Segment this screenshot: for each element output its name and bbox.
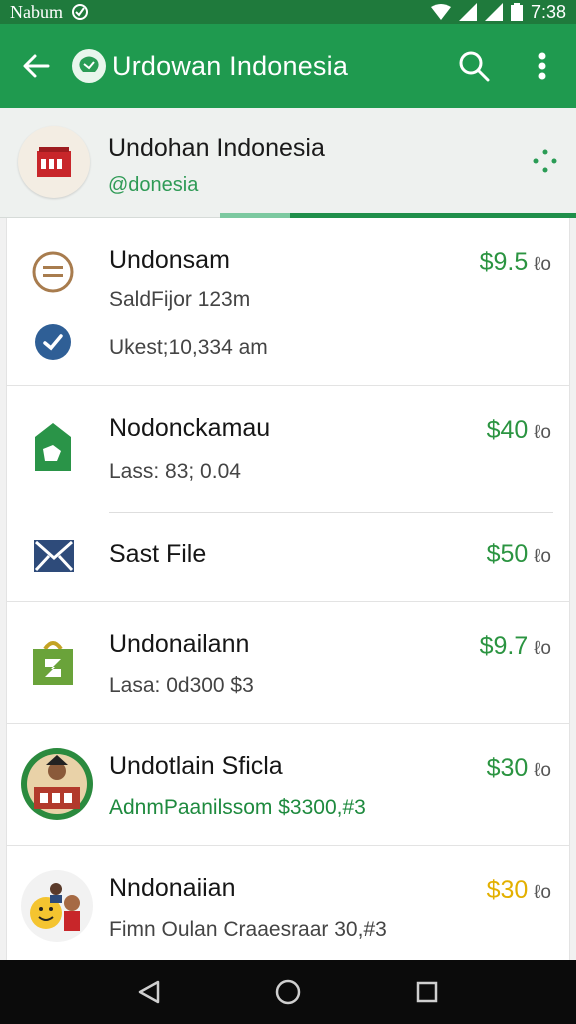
carrier-label: Nabum — [10, 1, 63, 22]
price-value: $9.5 — [479, 248, 529, 276]
price-unit: ℓo — [534, 422, 551, 443]
building-icon — [37, 147, 71, 177]
search-button[interactable] — [440, 24, 508, 108]
price-unit: ℓo — [534, 760, 551, 781]
clock: 7:38 — [530, 1, 566, 22]
item-price: $40 ℓo — [487, 416, 551, 445]
overflow-menu-button[interactable] — [508, 24, 576, 108]
nav-back-button[interactable] — [124, 967, 174, 1017]
battery-icon — [510, 3, 523, 21]
app-logo — [72, 49, 106, 83]
item-title: Undotlain Sficla — [109, 752, 283, 780]
notification-icon — [72, 4, 88, 20]
list-item[interactable]: Undotlain Sficla AdnmPaanilssom $3300,#3… — [7, 724, 569, 846]
item-subtitle: Lass: 83; 0.04 — [109, 460, 241, 483]
list-item[interactable]: Undonsam SaldFijor 123m Ukest;10,334 am … — [7, 218, 569, 386]
item-price: $30 ℓo — [487, 754, 551, 783]
transaction-list: Undonsam SaldFijor 123m Ukest;10,334 am … — [6, 218, 570, 960]
price-value: $9.7 — [479, 632, 529, 660]
profile-header[interactable]: Undohan Indonesia @donesia — [0, 108, 576, 218]
status-bar: Nabum 7:38 — [0, 0, 576, 24]
profile-handle: @donesia — [108, 174, 199, 196]
app-bar: Urdowan Indonesia — [0, 24, 576, 108]
price-value: $30 — [486, 754, 529, 782]
more-vert-icon — [538, 52, 546, 80]
expand-icon[interactable] — [530, 146, 560, 176]
menu-circle-icon — [29, 248, 77, 296]
item-detail: Ukest;10,334 am — [109, 336, 268, 359]
signal-icon-2 — [484, 3, 503, 21]
mail-icon — [31, 536, 77, 576]
item-subtitle: AdnmPaanilssom $3300,#3 — [109, 796, 366, 819]
price-unit: ℓo — [534, 254, 551, 275]
back-button[interactable] — [0, 24, 72, 108]
system-nav-bar — [0, 960, 576, 1024]
item-price: $50 ℓo — [487, 540, 551, 569]
price-unit: ℓo — [534, 638, 551, 659]
recents-square-icon — [416, 981, 437, 1003]
shopping-bag-icon — [29, 636, 77, 688]
list-item[interactable]: Nodonckamau Lass: 83; 0.04 $40 ℓo Sast Fi… — [7, 386, 569, 602]
item-subtitle: Fimn Oulan Craaesraar 30,#3 — [109, 918, 387, 941]
price-value: $50 — [486, 540, 529, 568]
back-triangle-icon — [139, 980, 160, 1004]
item-title: Nndonaiian — [109, 874, 236, 902]
price-value: $30 — [486, 876, 529, 904]
people-avatar — [19, 868, 95, 944]
item-subtitle: SaldFijor 123m — [109, 288, 251, 311]
nav-recents-button[interactable] — [402, 967, 452, 1017]
item-title: Undonsam — [109, 246, 230, 274]
list-item[interactable]: Undonailann Lasa: 0d300 $3 $9.7 ℓo — [7, 602, 569, 724]
arrow-left-icon — [23, 54, 50, 78]
signal-icon — [458, 3, 477, 21]
item-title: Sast File — [109, 540, 207, 568]
search-icon — [459, 51, 490, 82]
item-title: Undonailann — [109, 630, 250, 658]
price-unit: ℓo — [534, 882, 551, 903]
item-price: $9.7 ℓo — [480, 632, 551, 661]
merchant-avatar — [19, 746, 95, 822]
check-badge-icon — [31, 320, 75, 364]
divider — [109, 512, 553, 513]
nav-home-button[interactable] — [263, 967, 313, 1017]
item-price: $9.5 ℓo — [480, 248, 551, 277]
wifi-icon — [430, 4, 451, 20]
shopping-bag-icon — [29, 420, 77, 474]
app-title: Urdowan Indonesia — [112, 50, 349, 81]
profile-name: Undohan Indonesia — [108, 134, 325, 162]
home-circle-icon — [275, 979, 301, 1005]
price-value: $40 — [486, 416, 529, 444]
item-price: $30 ℓo — [487, 876, 551, 905]
price-unit: ℓo — [534, 546, 551, 567]
item-subtitle: Lasa: 0d300 $3 — [109, 674, 254, 697]
chat-logo-icon — [79, 56, 99, 72]
profile-avatar — [18, 126, 90, 198]
item-title: Nodonckamau — [109, 414, 271, 442]
list-item[interactable]: Nndonaiian Fimn Oulan Craaesraar 30,#3 $… — [7, 846, 569, 960]
